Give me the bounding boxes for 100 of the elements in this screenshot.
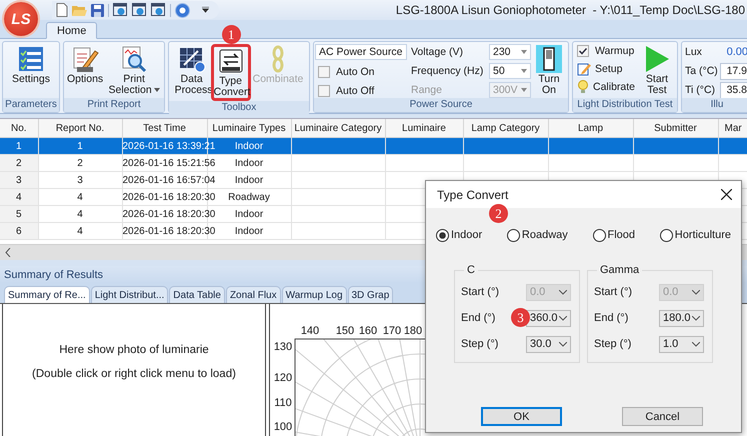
dropdown-field[interactable]: 180.0	[659, 310, 704, 326]
table-cell: Indoor	[234, 140, 264, 152]
group-label: Toolbox	[169, 101, 309, 115]
pencil-note-icon	[577, 62, 591, 76]
checkbox-option[interactable]: Warmup	[574, 44, 638, 58]
reading-label: Ti (°C)	[685, 84, 716, 96]
swap-arrows-icon	[216, 47, 245, 75]
table-cell: Roadway	[228, 192, 270, 202]
group-title: Gamma	[599, 264, 640, 276]
table-cell: 4	[16, 192, 22, 202]
table-cell: 1	[77, 140, 83, 152]
table-cell: 2026-01-16 18:20:30	[122, 192, 216, 202]
checkbox[interactable]	[318, 66, 330, 78]
radio-button[interactable]	[506, 228, 520, 242]
app-logo[interactable]: LS	[4, 2, 38, 36]
ribbon-button[interactable]: Data Process	[172, 44, 211, 97]
column-header[interactable]: Report No.	[38, 119, 122, 138]
save-icon[interactable]	[91, 4, 104, 16]
table-cell: 5	[16, 208, 22, 220]
checkbox[interactable]	[318, 85, 330, 97]
caret-icon	[521, 69, 527, 73]
checkbox-option[interactable]: Auto Off	[315, 84, 407, 98]
caret-icon	[154, 88, 160, 92]
field-label: Start (°)	[594, 286, 632, 298]
ribbon-button[interactable]: Settings	[10, 44, 52, 86]
dropdown-field[interactable]: 360.0	[526, 310, 571, 326]
step-badge: 2	[489, 204, 508, 223]
dropdown-field[interactable]: AC Power Source	[315, 44, 407, 60]
tab[interactable]: Data Table	[169, 286, 225, 303]
table-cell: 4	[77, 192, 83, 202]
group-label: Power Source	[314, 98, 568, 112]
ribbon-tab[interactable]: Home	[46, 22, 98, 39]
axis-tick-label: 150	[336, 325, 354, 337]
reading-label: Ta (°C)	[685, 65, 718, 77]
checklist-icon	[16, 45, 45, 73]
radio-button[interactable]	[436, 228, 449, 242]
ribbon-small-button[interactable]: Calibrate	[574, 79, 638, 94]
table-cell: Indoor	[234, 174, 264, 186]
tab[interactable]: Light Distribut...	[90, 286, 168, 303]
table-cell: 2026-01-16 18:20:30	[122, 226, 216, 236]
radio-button[interactable]	[660, 228, 673, 242]
column-header[interactable]: Lamp Category	[463, 119, 548, 138]
help-icon[interactable]	[175, 2, 190, 18]
radio-button[interactable]	[592, 228, 606, 242]
ribbon-small-button[interactable]: Setup	[574, 61, 638, 76]
dialog-button[interactable]: Cancel	[622, 407, 703, 426]
tab[interactable]: Zonal Flux	[226, 286, 281, 303]
column-header[interactable]: Luminaire Types	[207, 119, 291, 138]
ribbon-button[interactable]: Print Selection	[105, 44, 163, 97]
caret-icon	[692, 290, 700, 294]
placeholder-text: Here show photo of luminarie	[59, 344, 209, 356]
table-cell: 2	[77, 158, 83, 168]
ribbon-button[interactable]: Options	[65, 44, 106, 86]
tab[interactable]: Warmup Log	[282, 286, 346, 303]
scroll-left-icon[interactable]	[5, 248, 11, 257]
dropdown-field[interactable]: 230	[489, 44, 531, 60]
window-icon[interactable]	[151, 3, 166, 17]
photo-placeholder[interactable]: Here show photo of luminarie (Double click or right click menu to load)	[2, 304, 266, 436]
caret-icon	[559, 290, 567, 294]
start-test-button[interactable]: Start Test	[638, 44, 676, 97]
dialog-button[interactable]: OK	[481, 407, 562, 426]
column-header[interactable]: Test Time	[122, 119, 207, 138]
window-icon[interactable]	[113, 3, 128, 17]
dropdown-field[interactable]: 50	[489, 63, 531, 79]
field-label: Range	[411, 84, 443, 96]
caret-icon	[559, 316, 567, 320]
tab[interactable]: 3D Grap	[348, 286, 394, 303]
checkbox-option[interactable]: Auto On	[315, 65, 407, 79]
new-file-icon[interactable]	[56, 3, 68, 17]
column-header[interactable]: Submitter	[633, 119, 718, 138]
group-title: C	[466, 264, 476, 276]
reading-value: 35.8	[720, 82, 747, 98]
column-header[interactable]: Luminaire	[385, 119, 463, 138]
turn-on-button[interactable]: Turn On	[531, 44, 567, 97]
dropdown-field[interactable]: 1.0	[659, 336, 704, 352]
column-header[interactable]: No.	[0, 119, 38, 138]
caret-icon	[521, 50, 527, 54]
checkbox[interactable]	[577, 45, 589, 57]
magnifier-document-icon	[120, 45, 148, 73]
column-header[interactable]: Luminaire Category	[291, 119, 385, 138]
field-label: End (°)	[594, 312, 628, 324]
tab[interactable]: Summary of Re...	[4, 286, 90, 303]
field-label: Step (°)	[461, 338, 498, 350]
dropdown-field[interactable]: 30.0	[526, 336, 571, 352]
group-label: Light Distribution Test	[573, 98, 677, 112]
group-label: Illu	[682, 98, 747, 112]
field-label: Voltage (V)	[411, 46, 464, 58]
window-icon[interactable]	[132, 3, 147, 17]
column-header[interactable]: Mar	[718, 119, 747, 138]
caret-icon	[521, 88, 527, 92]
axis-tick-label: 160	[358, 325, 378, 337]
axis-tick-label: 140	[300, 325, 320, 337]
grid-gear-icon	[178, 45, 206, 73]
customize-caret-icon[interactable]	[202, 7, 209, 13]
table-row[interactable]: 2 2 2026-01-16 15:21:56 Indoor	[0, 154, 747, 172]
axis-tick-label: 180	[404, 325, 422, 337]
reading-value: 17.9	[720, 62, 747, 80]
column-header[interactable]: Lamp	[548, 119, 633, 138]
table-cell: Indoor	[234, 158, 264, 168]
table-cell: 6	[16, 226, 22, 236]
